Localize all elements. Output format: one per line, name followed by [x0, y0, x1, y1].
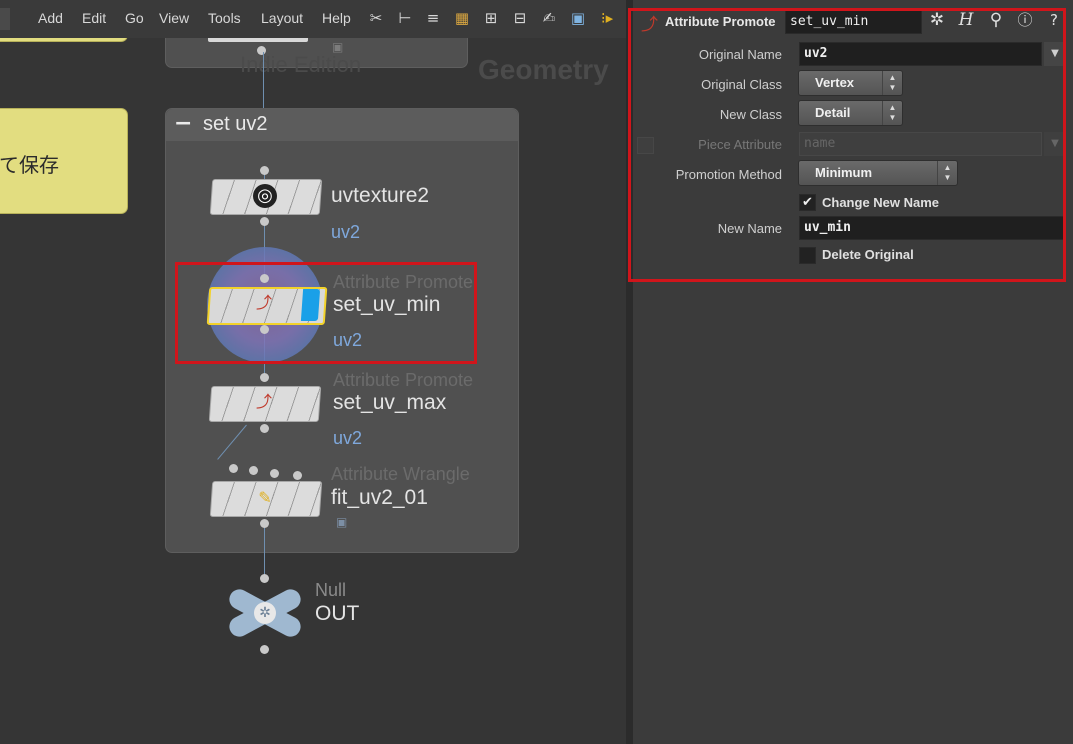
menu-help[interactable]: Help [322, 10, 351, 26]
piece-attribute-placeholder: name [804, 136, 836, 151]
new-class-label: New Class [719, 107, 782, 122]
uvtexture-input-dot[interactable] [260, 166, 269, 175]
set-uv-max-name[interactable]: set_uv_max [333, 391, 446, 415]
original-name-value: uv2 [804, 46, 828, 61]
info-icon[interactable]: ⓘ [1014, 9, 1036, 31]
node-name-field[interactable]: set_uv_min [785, 10, 922, 34]
set-uv-max-input-dot[interactable] [260, 373, 269, 382]
change-new-name-label: Change New Name [822, 195, 940, 210]
notes-icon[interactable]: ✍ [540, 9, 558, 27]
attribute-promote-header-icon: ⤴ [641, 15, 658, 35]
set-uv-min-input-dot[interactable] [260, 274, 269, 283]
sticky-note-text: て保存 [0, 153, 59, 177]
set-uv-max-attr: uv2 [333, 428, 363, 448]
menu-edit[interactable]: Edit [82, 10, 106, 26]
piece-attribute-label: Piece Attribute [698, 137, 782, 152]
out-name[interactable]: OUT [315, 602, 359, 626]
display-flag[interactable] [300, 289, 321, 321]
new-name-label: New Name [717, 221, 782, 236]
menu-go[interactable]: Go [125, 10, 144, 26]
piece-attribute-dropdown-icon: ▼ [1044, 132, 1066, 156]
menu-tools[interactable]: Tools [208, 10, 241, 26]
list-icon[interactable]: ≡ [424, 9, 442, 27]
gear-icon[interactable]: ✲ [926, 9, 948, 31]
param-header: ⤴ Attribute Promote set_uv_min ✲ H ⚲ ⓘ ? [633, 6, 1073, 38]
out-input-dot[interactable] [260, 574, 269, 583]
sticky-note[interactable]: て保存 [0, 108, 128, 214]
menu-view[interactable]: View [159, 10, 189, 26]
original-name-field[interactable]: uv2 [799, 42, 1042, 66]
fit-uv2-output-dot[interactable] [260, 519, 269, 528]
set-uv-max-type: Attribute Promote [333, 370, 474, 390]
promotion-method-value: Minimum [815, 165, 873, 180]
promotion-method-label: Promotion Method [675, 167, 782, 182]
uvtexture-attr: uv2 [331, 222, 361, 242]
uvtexture-name[interactable]: uvtexture2 [331, 184, 429, 208]
change-new-name-checkbox[interactable]: ✔ [799, 194, 816, 211]
wrangle-input-dot-1[interactable] [229, 464, 238, 473]
wrangle-input-dot-2[interactable] [249, 466, 258, 475]
menu-arrows-icon: ▲ ▼ [882, 71, 902, 95]
menu-add[interactable]: Add [38, 10, 63, 26]
set-uv-min-name[interactable]: set_uv_min [333, 293, 440, 317]
null-node-shape[interactable]: ✲ [225, 585, 305, 641]
original-class-value: Vertex [815, 75, 855, 90]
set-uv-min-type: Attribute Promote [333, 272, 474, 292]
wrangle-input-dot-3[interactable] [270, 469, 279, 478]
netbox-title: set uv2 [203, 113, 268, 135]
attribute-promote-icon: ⤴ [255, 293, 272, 312]
wrangle-input-dot-4[interactable] [293, 471, 302, 480]
parameter-pane: ⤴ Attribute Promote set_uv_min ✲ H ⚲ ⓘ ?… [628, 0, 1073, 744]
watermark-context: Geometry [478, 54, 609, 85]
node-name-value: set_uv_min [790, 14, 869, 29]
set-uv-min-attr: uv2 [333, 330, 363, 350]
new-class-menu[interactable]: Detail ▲ ▼ [798, 100, 903, 126]
wrangle-icon: ✎ [258, 488, 272, 507]
promotion-method-menu[interactable]: Minimum ▲ ▼ [798, 160, 958, 186]
netbox-collapse-button[interactable]: − [174, 111, 192, 136]
more-icon[interactable]: ⁝▸ [598, 9, 616, 27]
tree-icon[interactable]: ⊢ [396, 9, 414, 27]
watermark-edition: Indie Edition [240, 52, 362, 77]
original-class-menu[interactable]: Vertex ▲ ▼ [798, 70, 903, 96]
set-uv-max-output-dot[interactable] [260, 424, 269, 433]
menu-arrows-icon-2: ▲ ▼ [882, 101, 902, 125]
delete-original-checkbox[interactable] [799, 247, 816, 264]
original-class-label: Original Class [701, 77, 782, 92]
new-name-value: uv_min [804, 220, 851, 235]
netbox-header[interactable]: − set uv2 [166, 109, 518, 141]
out-type: Null [315, 580, 347, 600]
node-type-label: Attribute Promote [665, 14, 776, 29]
null-gear-icon: ✲ [254, 602, 276, 624]
original-name-label: Original Name [698, 47, 782, 62]
fit-uv2-type: Attribute Wrangle [331, 464, 470, 484]
attribute-promote-icon-2: ⤴ [255, 392, 272, 411]
tools-icon[interactable]: ✂ [367, 9, 385, 27]
houdini-h-icon[interactable]: H [955, 9, 977, 31]
network-editor[interactable]: て保存 ▣ Indie Edition Geometry − set uv2 ◎… [0, 0, 626, 744]
new-class-value: Detail [815, 105, 851, 120]
checker-icon: ◎ [253, 184, 277, 208]
wire-5 [264, 524, 265, 580]
fit-uv2-name[interactable]: fit_uv2_01 [331, 486, 428, 510]
pane-splitter[interactable] [626, 0, 633, 744]
grid-icon[interactable]: ⊞ [482, 9, 500, 27]
menubar: Add Edit Go View Tools Layout Help ✂ ⊢ ≡… [0, 0, 626, 38]
uvtexture-output-dot[interactable] [260, 217, 269, 226]
fit-uv2-lock-icon: ▣ [336, 515, 348, 529]
menubar-left-handle [0, 8, 10, 30]
set-uv-min-output-dot[interactable] [260, 325, 269, 334]
image-icon[interactable]: ▣ [569, 9, 587, 27]
menu-arrows-icon-3: ▲ ▼ [937, 161, 957, 185]
layout-icon[interactable]: ⊟ [511, 9, 529, 27]
new-name-field[interactable]: uv_min [799, 216, 1065, 240]
original-name-dropdown-icon[interactable]: ▼ [1044, 42, 1066, 66]
search-icon[interactable]: ⚲ [985, 9, 1007, 31]
menu-layout[interactable]: Layout [261, 10, 303, 26]
out-output-dot[interactable] [260, 645, 269, 654]
grid-color-icon[interactable]: ▦ [453, 9, 471, 27]
delete-original-label: Delete Original [822, 247, 914, 262]
piece-attribute-field: name [799, 132, 1042, 156]
help-icon[interactable]: ? [1043, 9, 1065, 31]
